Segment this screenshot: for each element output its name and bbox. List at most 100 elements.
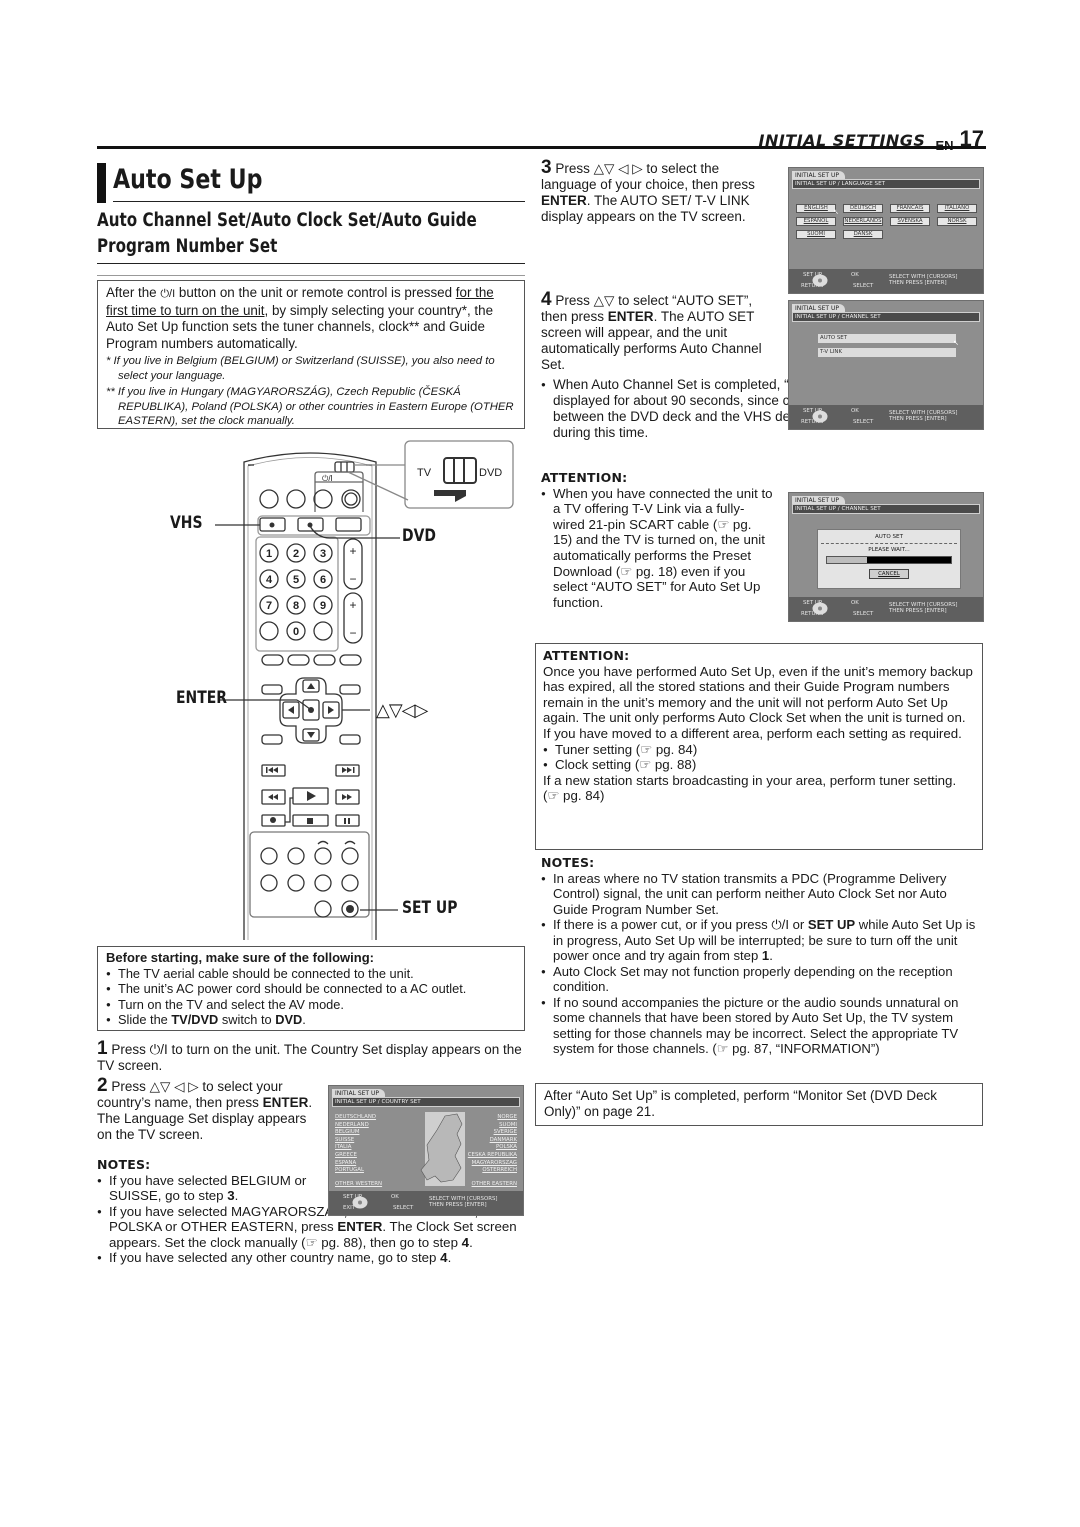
color-button: [339, 654, 362, 666]
country-option[interactable]: ESPANA: [335, 1160, 376, 1168]
screen-breadcrumb: INITIAL SET UP / LANGUAGE SET: [792, 179, 980, 189]
screen-breadcrumb: INITIAL SET UP / CHANNEL SET: [792, 312, 980, 322]
subtitle-rule: [97, 263, 525, 264]
number-key-label: 2: [293, 548, 299, 560]
stop-icon: [307, 818, 313, 824]
country-option[interactable]: CESKA REPUBLIKA: [468, 1152, 517, 1160]
number-key-label: 8: [293, 600, 299, 612]
before-heading: Before starting, make sure of the follow…: [106, 950, 374, 965]
attention-paragraph: Once you have performed Auto Set Up, eve…: [543, 663, 973, 726]
country-list-eastern: NORGE SUOMI SVERIGE DANMARK POLSKA CESKA REPU…: [468, 1114, 517, 1175]
number-key-label: 1: [266, 548, 272, 560]
page-title: Auto Set Up: [113, 164, 263, 195]
top-rule: [97, 146, 986, 149]
language-option[interactable]: SVENSKA: [890, 217, 930, 226]
callout-vhs: VHS: [170, 513, 203, 533]
auto-set-dialog: AUTO SET PLEASE WAIT... CANCEL: [817, 529, 961, 589]
country-option[interactable]: NORGE: [468, 1114, 517, 1122]
language-option[interactable]: ESPAÑOL: [796, 217, 836, 226]
country-option[interactable]: BELGIUM: [335, 1129, 376, 1137]
title-marker: [97, 163, 106, 203]
arrow-right-icon: [434, 490, 466, 502]
button: [313, 621, 333, 641]
country-option[interactable]: ITALIA: [335, 1144, 376, 1152]
list-item: Slide the TV/DVD switch to DVD.: [106, 1012, 516, 1028]
dpad-icon: [812, 602, 828, 615]
country-option[interactable]: PORTUGAL: [335, 1167, 376, 1175]
language-option[interactable]: DANSK: [843, 230, 883, 239]
country-option[interactable]: OTHER EASTERN: [472, 1181, 517, 1187]
callout-arrows: △▽◁▷: [376, 700, 428, 720]
dpad-icon: [352, 1196, 368, 1209]
list-item: Tuner setting (☞ pg. 84): [543, 742, 975, 758]
note-item: If you have selected any other country n…: [97, 1250, 525, 1266]
country-option[interactable]: OSTERREICH: [468, 1167, 517, 1175]
callout-dvd: DVD: [402, 526, 436, 546]
country-option[interactable]: NEDERLAND: [335, 1122, 376, 1130]
screen-footer: SET UP OK RETURN SELECT SELECT WITH [CUR…: [789, 597, 983, 621]
pause-button: [335, 814, 360, 827]
country-option[interactable]: DANMARK: [468, 1137, 517, 1145]
right-arrow-icon: [328, 706, 334, 714]
country-option[interactable]: MAGYARORSZAG: [468, 1160, 517, 1168]
button: [286, 489, 306, 509]
language-option[interactable]: ENGLISH: [796, 204, 836, 213]
country-option[interactable]: SVERIGE: [468, 1129, 517, 1137]
footnote: * If you live in Belgium (BELGIUM) or Sw…: [106, 355, 495, 382]
cursor-icon: ↖: [953, 340, 959, 347]
svg-text:+: +: [349, 598, 356, 612]
menu-option-auto-set[interactable]: AUTO SET: [818, 334, 956, 343]
step-4: 4 Press △▽ to select “AUTO SET”, then pr…: [541, 289, 762, 372]
country-option[interactable]: GREECE: [335, 1152, 376, 1160]
dpad-icon: [812, 410, 828, 423]
svg-text:−: −: [349, 572, 356, 586]
title-rule: [113, 201, 525, 202]
channel-set-screen: INITIAL SET UP INITIAL SET UP / CHANNEL …: [788, 300, 984, 430]
switch-label-dvd: DVD: [479, 467, 502, 479]
language-option[interactable]: DEUTSCH: [843, 204, 883, 213]
language-option[interactable]: FRANCAIS: [890, 204, 930, 213]
remote-illustration: 1 2 3 4 5 6 7 8 9 0 ⏻/I + − + − TV DVD VHS DVD EN…: [170, 440, 530, 940]
number-key-label: 4: [266, 574, 273, 586]
country-option[interactable]: SUOMI: [468, 1122, 517, 1130]
attention-heading: ATTENTION:: [541, 470, 628, 485]
country-list-western: DEUTSCHLAND NEDERLAND BELGIUM SUISSE ITALIA G…: [335, 1114, 376, 1175]
screen-footer: SET UP OK EXIT SELECT SELECT WITH [CURSO…: [329, 1191, 523, 1215]
attention-text: When you have connected the unit to a TV…: [541, 486, 773, 611]
language-option[interactable]: NORSK: [937, 217, 977, 226]
power-label: ⏻/I: [322, 474, 333, 483]
dialog-title: AUTO SET: [874, 534, 904, 540]
note-item: In areas where no TV station transmits a…: [541, 871, 983, 918]
language-option[interactable]: NEDERLANDS: [843, 217, 883, 226]
europe-map-icon: [420, 1112, 465, 1186]
number-key-label: 6: [320, 574, 326, 586]
note-item: Auto Clock Set may not function properly…: [541, 964, 983, 995]
callout-enter: ENTER: [176, 688, 227, 708]
country-option[interactable]: POLSKA: [468, 1144, 517, 1152]
number-key-label: 3: [320, 548, 326, 560]
screen-footer: SET UP OK RETURN SELECT SELECT WITH [CUR…: [789, 269, 983, 293]
down-arrow-icon: [307, 732, 315, 738]
language-option[interactable]: ITALIANO: [937, 204, 977, 213]
svg-text:+: +: [349, 544, 356, 558]
final-note-box: After “Auto Set Up” is completed, perfor…: [535, 1083, 983, 1126]
intro-text: After the ⏻/I button on the unit or remo…: [106, 285, 494, 351]
language-set-screen: INITIAL SET UP INITIAL SET UP / LANGUAGE…: [788, 167, 984, 294]
button: [259, 621, 279, 641]
country-option[interactable]: DEUTSCHLAND: [335, 1114, 376, 1122]
language-option[interactable]: SUOMI: [796, 230, 836, 239]
cancel-button[interactable]: CANCEL: [869, 569, 909, 579]
power-button: [313, 489, 333, 509]
country-option[interactable]: OTHER WESTERN: [335, 1181, 382, 1187]
list-item: The TV aerial cable should be connected …: [106, 966, 516, 982]
note-item: If there is a power cut, or if you press…: [541, 917, 983, 964]
number-key-label: 5: [293, 574, 299, 586]
menu-option-tv-link[interactable]: T-V LINK: [818, 348, 956, 357]
record-icon: [270, 817, 276, 823]
play-icon: [307, 791, 316, 801]
svg-text:−: −: [349, 626, 356, 640]
attention-heading: ATTENTION:: [543, 648, 630, 663]
list-item: Clock setting (☞ pg. 88): [543, 757, 975, 773]
country-set-screen: INITIAL SET UP INITIAL SET UP / COUNTRY …: [328, 1085, 524, 1216]
country-option[interactable]: SUISSE: [335, 1137, 376, 1145]
